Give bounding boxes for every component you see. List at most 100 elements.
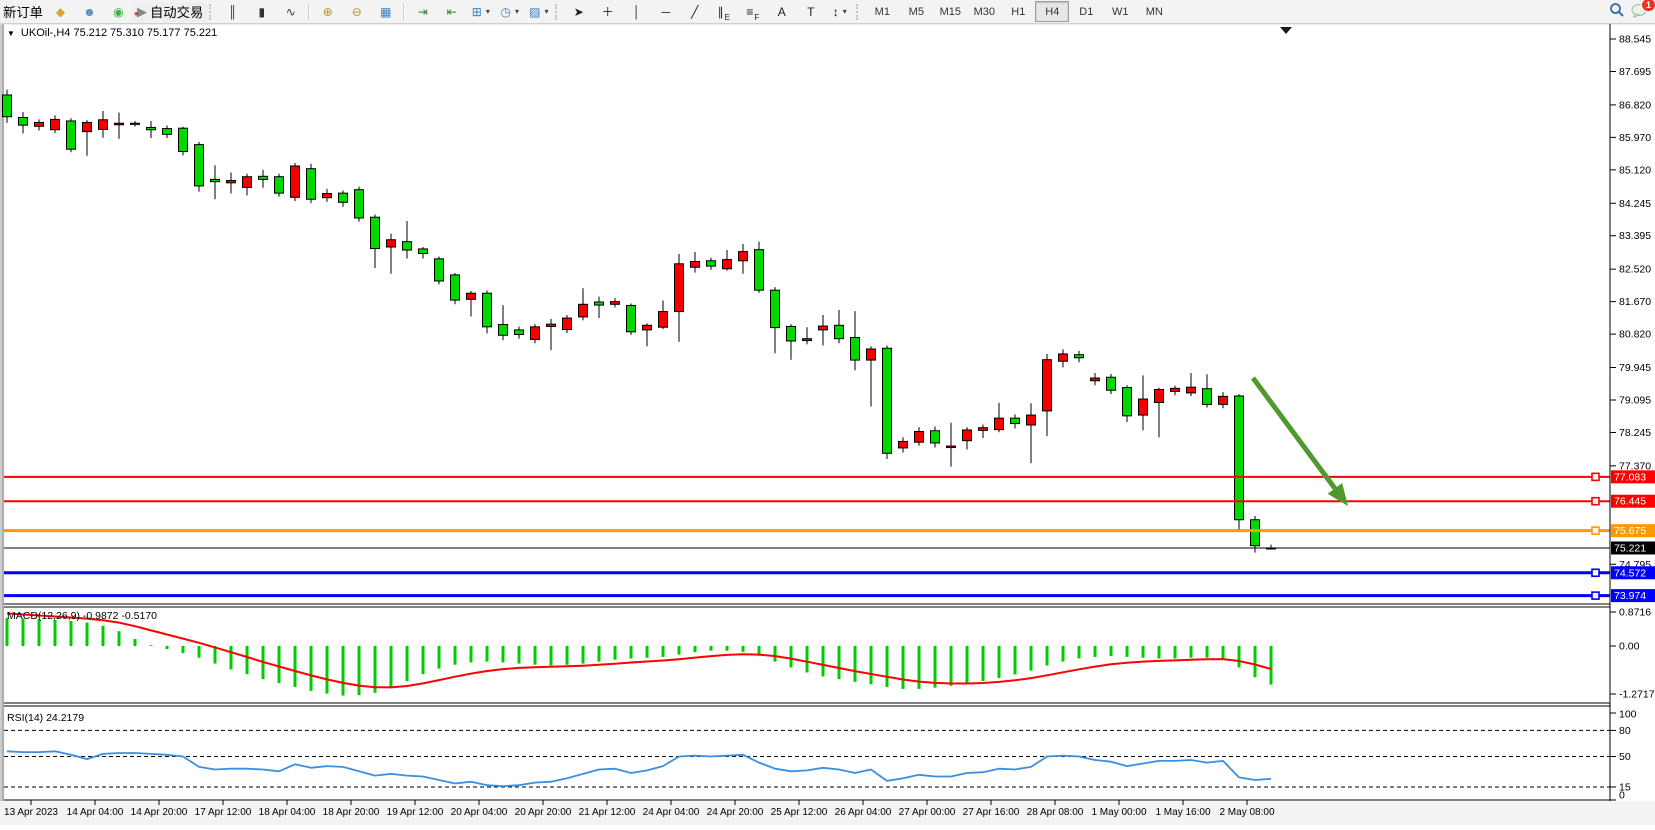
auto-scroll-icon[interactable]: ⇥ <box>408 1 437 23</box>
timeframe-m30[interactable]: M30 <box>967 1 1001 22</box>
candle <box>883 348 892 453</box>
horizontal-line-icon[interactable]: ─ <box>651 1 680 23</box>
candle <box>1251 520 1260 546</box>
period-clock-icon[interactable]: ◷▾ <box>495 1 524 23</box>
line-chart-icon[interactable]: ∿ <box>276 1 305 23</box>
text-icon: A <box>778 6 786 18</box>
vertical-line-icon[interactable]: │ <box>622 1 651 23</box>
candle <box>707 261 716 266</box>
price-axis-tick: 86.820 <box>1619 99 1651 111</box>
timeframe-d1[interactable]: D1 <box>1069 1 1103 22</box>
text-label-icon[interactable]: T <box>796 1 825 23</box>
collapse-icon[interactable]: ▼ <box>7 29 15 38</box>
macd-axis-tick: 0.00 <box>1619 641 1640 653</box>
chart-shift-icon[interactable]: ⇤ <box>437 1 466 23</box>
price-line-label: 75.221 <box>1614 542 1646 554</box>
hline-handle[interactable] <box>1592 569 1599 576</box>
candle <box>1091 378 1100 381</box>
rsi-axis-tick: 100 <box>1619 709 1637 721</box>
text-icon[interactable]: A <box>767 1 796 23</box>
zoom-in-icon[interactable]: ⊕ <box>313 1 342 23</box>
autotrading-icon: ▶● <box>137 5 147 18</box>
timeframe-m15[interactable]: M15 <box>933 1 967 22</box>
candle <box>1123 388 1132 416</box>
date-axis-label: 14 Apr 04:00 <box>67 807 124 818</box>
zoom-out-icon[interactable]: ⊖ <box>342 1 371 23</box>
symbol-ohlc-bar: ▼ UKOil-,H4 75.212 75.310 75.177 75.221 <box>7 27 217 39</box>
chart-canvas[interactable]: 88.54587.69586.82085.97085.12084.24583.3… <box>0 0 1655 830</box>
vertical-line-icon: │ <box>633 6 641 18</box>
autotrading-button[interactable]: ▶● 自动交易 <box>133 2 207 22</box>
bar-chart-icon[interactable]: ║ <box>218 1 247 23</box>
arrows-icon[interactable]: ↕▾ <box>825 1 854 23</box>
chevron-down-icon[interactable]: ▾ <box>515 7 519 16</box>
candle <box>995 418 1004 429</box>
market-watch-icon: ◆ <box>56 6 65 18</box>
tile-windows-icon: ▦ <box>380 6 391 18</box>
price-axis-tick: 79.945 <box>1619 362 1651 374</box>
auto-scroll-icon: ⇥ <box>418 6 428 18</box>
signals-icon: ◉ <box>113 6 123 18</box>
price-axis-tick: 80.820 <box>1619 329 1651 341</box>
trendline-icon[interactable]: ╱ <box>680 1 709 23</box>
candle <box>963 430 972 441</box>
timeframe-mn[interactable]: MN <box>1137 1 1171 22</box>
date-axis-label: 17 Apr 12:00 <box>195 807 252 818</box>
symbol-ohlc-text: UKOil-,H4 75.212 75.310 75.177 75.221 <box>21 27 217 39</box>
candle <box>675 264 684 312</box>
channel-icon: ∥ <box>718 6 724 18</box>
candle <box>1043 360 1052 411</box>
navigator-icon[interactable]: ☻ <box>75 1 104 23</box>
candle <box>323 194 332 198</box>
timeframe-h1[interactable]: H1 <box>1001 1 1035 22</box>
candle <box>1139 399 1148 415</box>
timeframe-m5[interactable]: M5 <box>899 1 933 22</box>
candle <box>659 312 668 328</box>
chevron-down-icon[interactable]: ▾ <box>843 7 847 16</box>
date-axis-label: 26 Apr 04:00 <box>835 807 892 818</box>
candlestick-icon[interactable]: ▮ <box>247 1 276 23</box>
channel-icon[interactable]: ∥E <box>709 1 738 23</box>
chevron-down-icon[interactable]: ▾ <box>486 7 490 16</box>
candle <box>915 432 924 443</box>
new-order-button[interactable]: 新订单 <box>0 2 46 22</box>
candle <box>595 302 604 305</box>
candle <box>1203 389 1212 405</box>
timeframe-w1[interactable]: W1 <box>1103 1 1137 22</box>
fibonacci-icon[interactable]: ≡F <box>738 1 767 23</box>
candle <box>131 123 140 124</box>
candlestick-icon: ▮ <box>258 6 265 18</box>
hline-handle[interactable] <box>1592 473 1599 480</box>
candle <box>1155 389 1164 402</box>
timeframe-m1[interactable]: M1 <box>865 1 899 22</box>
timeframe-h4[interactable]: H4 <box>1035 1 1069 22</box>
hline-handle[interactable] <box>1592 592 1599 599</box>
price-line-label: 74.572 <box>1614 567 1646 579</box>
candle <box>771 290 780 327</box>
rsi-label: RSI(14) 24.2179 <box>7 712 84 724</box>
hline-handle[interactable] <box>1592 527 1599 534</box>
candle <box>1027 415 1036 425</box>
chevron-down-icon[interactable]: ▾ <box>544 7 548 16</box>
new-chart-icon[interactable]: ⊞▾ <box>466 1 495 23</box>
candle <box>1059 354 1068 361</box>
template-icon[interactable]: ▨▾ <box>524 1 553 23</box>
candle <box>195 145 204 186</box>
candle <box>899 441 908 447</box>
crosshair-icon: ＋ <box>602 6 614 18</box>
market-watch-icon[interactable]: ◆ <box>46 1 75 23</box>
candle <box>387 240 396 247</box>
signals-icon[interactable]: ◉ <box>104 1 133 23</box>
date-axis-label: 24 Apr 20:00 <box>707 807 764 818</box>
zoom-in-icon: ⊕ <box>323 6 333 18</box>
notifications-icon[interactable]: 1 <box>1631 3 1649 21</box>
tile-windows-icon[interactable]: ▦ <box>371 1 400 23</box>
hline-handle[interactable] <box>1592 498 1599 505</box>
crosshair-icon[interactable]: ＋ <box>593 1 622 23</box>
cursor-icon[interactable]: ➤ <box>564 1 593 23</box>
search-icon[interactable] <box>1609 2 1625 21</box>
candle <box>835 325 844 338</box>
main-toolbar: 新订单 ◆☻◉ ▶● 自动交易 ║▮∿ ⊕⊖▦ ⇥⇤ ⊞▾◷▾▨▾ ➤＋│─╱∥… <box>0 0 1655 24</box>
date-axis-label: 2 May 08:00 <box>1219 807 1274 818</box>
price-axis-tick: 81.670 <box>1619 296 1651 308</box>
